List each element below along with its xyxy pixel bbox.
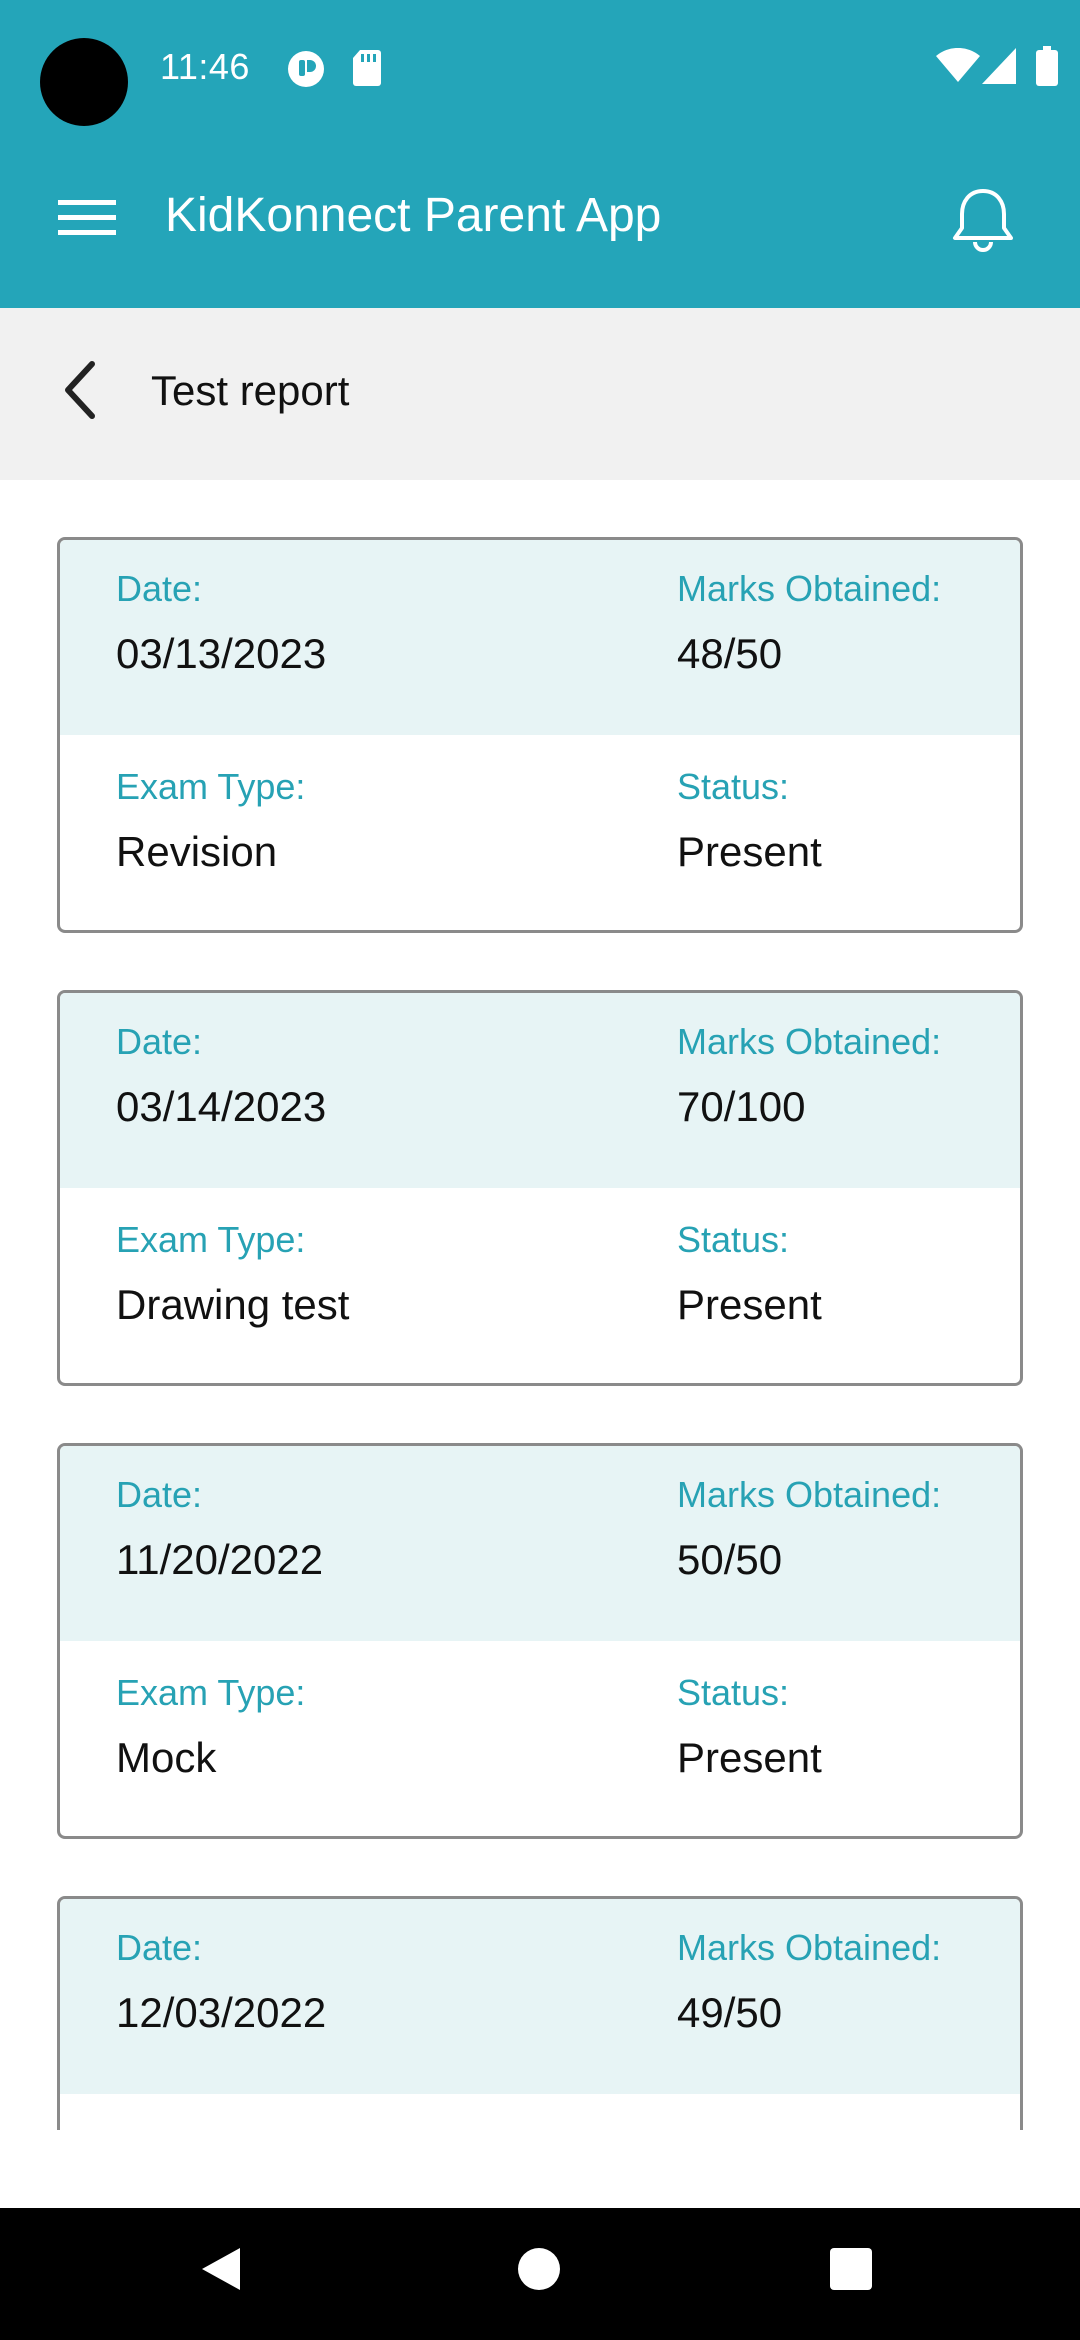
- wifi-icon: [936, 47, 980, 89]
- hamburger-menu-icon: [58, 200, 116, 235]
- date-field: Date: 12/03/2022: [116, 1927, 326, 2037]
- menu-button[interactable]: [58, 196, 128, 246]
- date-field: Date: 03/14/2023: [116, 1021, 326, 1131]
- report-card[interactable]: Date: 03/13/2023 Marks Obtained: 48/50 E…: [57, 537, 1023, 933]
- status-value: Present: [677, 1281, 822, 1328]
- status-field: Status:: [677, 2125, 789, 2130]
- marks-field: Marks Obtained: 70/100: [677, 1021, 941, 1131]
- date-label: Date:: [116, 1927, 203, 1968]
- exam-type-label: Exam Type:: [116, 1219, 306, 1260]
- status-label: Status:: [677, 766, 790, 807]
- sd-card-icon: [352, 50, 382, 91]
- battery-icon: [1036, 46, 1058, 91]
- app-title: KidKonnect Parent App: [165, 189, 662, 242]
- exam-type-field: Exam Type: Drawing test: [116, 1219, 349, 1329]
- date-value: 03/14/2023: [116, 1083, 327, 1130]
- date-label: Date:: [116, 1474, 203, 1515]
- status-time: 11:46: [160, 46, 250, 87]
- status-bar: 11:46: [0, 0, 1080, 140]
- exam-type-value: Revision: [116, 828, 278, 875]
- report-list[interactable]: Date: 03/13/2023 Marks Obtained: 48/50 E…: [0, 480, 1080, 2130]
- date-value: 11/20/2022: [116, 1536, 324, 1583]
- marks-value: 70/100: [677, 1083, 806, 1130]
- signal-icon: [982, 48, 1016, 89]
- date-value: 03/13/2023: [116, 630, 327, 677]
- marks-value: 49/50: [677, 1989, 783, 2036]
- marks-field: Marks Obtained: 49/50: [677, 1927, 941, 2037]
- bell-icon: [953, 189, 1013, 252]
- date-field: Date: 11/20/2022: [116, 1474, 323, 1584]
- marks-label: Marks Obtained:: [677, 568, 942, 609]
- exam-type-value: Drawing test: [116, 1281, 350, 1328]
- status-label: Status:: [677, 2125, 789, 2130]
- date-field: Date: 03/13/2023: [116, 568, 326, 678]
- nav-recents-button[interactable]: [826, 2244, 886, 2304]
- report-card[interactable]: Date: 11/20/2022 Marks Obtained: 50/50 E…: [57, 1443, 1023, 1839]
- notifications-button[interactable]: [950, 186, 1030, 266]
- top-app-bar: 11:46 KidKonnect Parent App: [0, 0, 1080, 308]
- status-value: Present: [677, 828, 822, 875]
- exam-type-label: Exam Type:: [116, 766, 306, 807]
- marks-label: Marks Obtained:: [677, 1474, 942, 1515]
- privacy-indicator-icon: [287, 50, 325, 93]
- marks-value: 50/50: [677, 1536, 783, 1583]
- exam-type-field: Exam Type: Revision: [116, 766, 305, 876]
- chevron-left-icon: [65, 361, 95, 419]
- status-value: Present: [677, 1734, 822, 1781]
- marks-field: Marks Obtained: 48/50: [677, 568, 941, 678]
- exam-type-label: Exam Type:: [116, 1672, 306, 1713]
- exam-type-field: Exam Type:: [116, 2125, 305, 2130]
- nav-home-button[interactable]: [514, 2244, 574, 2304]
- status-label: Status:: [677, 1672, 790, 1713]
- camera-cutout: [40, 38, 128, 126]
- status-field: Status: Present: [677, 766, 822, 876]
- exam-type-field: Exam Type: Mock: [116, 1672, 305, 1782]
- exam-type-value: Mock: [116, 1734, 217, 1781]
- status-field: Status: Present: [677, 1219, 822, 1329]
- date-label: Date:: [116, 1021, 203, 1062]
- recents-square-icon: [830, 2248, 872, 2290]
- page-title: Test report: [151, 367, 350, 414]
- marks-field: Marks Obtained: 50/50: [677, 1474, 941, 1584]
- marks-label: Marks Obtained:: [677, 1021, 942, 1062]
- status-field: Status: Present: [677, 1672, 822, 1782]
- back-triangle-icon: [202, 2248, 240, 2290]
- status-label: Status:: [677, 1219, 790, 1260]
- home-circle-icon: [518, 2248, 560, 2290]
- report-card[interactable]: Date: 12/03/2022 Marks Obtained: 49/50 E…: [57, 1896, 1023, 2130]
- date-label: Date:: [116, 568, 203, 609]
- date-value: 12/03/2022: [116, 1989, 327, 2036]
- back-button[interactable]: [56, 358, 116, 428]
- marks-label: Marks Obtained:: [677, 1927, 942, 1968]
- report-card[interactable]: Date: 03/14/2023 Marks Obtained: 70/100 …: [57, 990, 1023, 1386]
- marks-value: 48/50: [677, 630, 783, 677]
- nav-back-button[interactable]: [196, 2244, 256, 2304]
- exam-type-label: Exam Type:: [116, 2125, 305, 2130]
- system-nav-bar: [0, 2208, 1080, 2340]
